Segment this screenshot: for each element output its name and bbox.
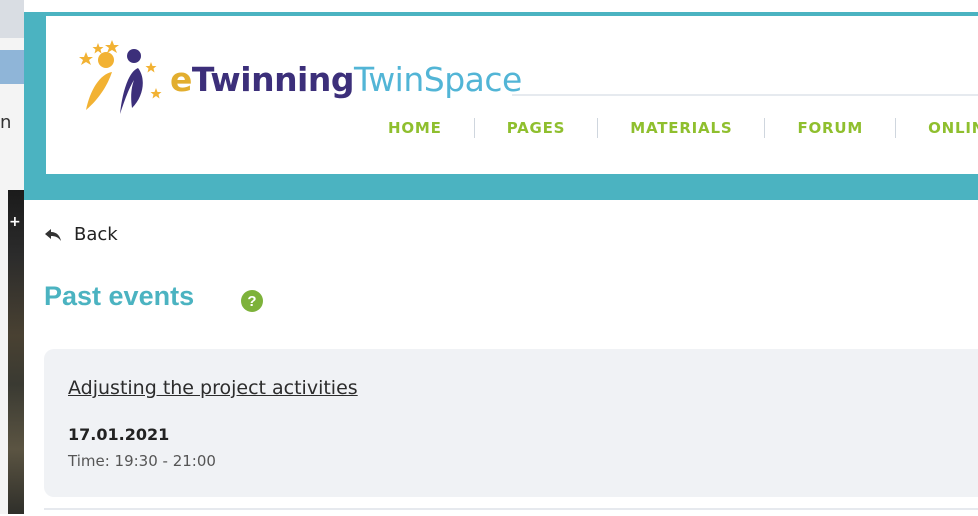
next-event-card-edge xyxy=(44,508,978,516)
logo-twinspace: TwinSpace xyxy=(354,60,522,99)
event-time: Time: 19:30 - 21:00 xyxy=(68,452,216,470)
background-text: n xyxy=(0,112,12,133)
event-date: 17.01.2021 xyxy=(68,425,170,444)
logo-twinning: Twinning xyxy=(191,60,355,99)
plus-icon: + xyxy=(9,214,21,230)
etwinning-twinspace-logo[interactable]: eTwinningTwinSpace xyxy=(170,60,522,99)
back-arrow-icon xyxy=(45,228,61,241)
nav-materials[interactable]: MATERIALS xyxy=(630,119,732,137)
background-highlight xyxy=(0,50,24,84)
nav-home[interactable]: HOME xyxy=(388,119,442,137)
back-link[interactable]: Back xyxy=(44,224,118,245)
nav-separator xyxy=(764,118,766,138)
nav-pages[interactable]: PAGES xyxy=(507,119,566,137)
etwinning-logo-icon[interactable] xyxy=(72,38,162,118)
back-label: Back xyxy=(74,224,118,245)
nav-separator xyxy=(473,118,475,138)
background-window: n + xyxy=(0,0,24,514)
help-icon[interactable]: ? xyxy=(241,290,263,312)
nav-online[interactable]: ONLIN xyxy=(928,119,978,137)
nav-separator xyxy=(597,118,599,138)
main-nav: HOME PAGES MATERIALS FORUM ONLIN xyxy=(388,118,978,138)
logo-e: e xyxy=(170,60,192,99)
background-image xyxy=(8,190,24,514)
nav-forum[interactable]: FORUM xyxy=(797,119,863,137)
background-toolbar xyxy=(0,0,24,38)
event-card: Adjusting the project activities 17.01.2… xyxy=(44,349,978,497)
page-title: Past events xyxy=(44,281,195,311)
event-title-link[interactable]: Adjusting the project activities xyxy=(68,377,358,399)
header-divider xyxy=(512,94,978,96)
nav-separator xyxy=(895,118,897,138)
